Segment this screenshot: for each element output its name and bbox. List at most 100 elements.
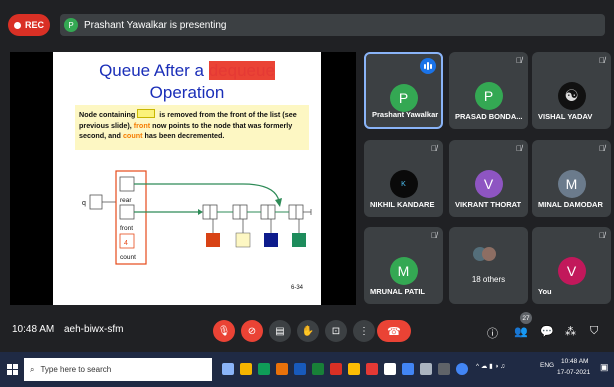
app-icon[interactable] (384, 363, 396, 375)
label-rear: rear (120, 197, 132, 204)
activities-icon[interactable]: ⁂ (565, 325, 576, 338)
taskbar-date: 17-07-2021 (557, 369, 591, 376)
group-avatars-icon (473, 247, 503, 263)
recording-badge: REC (8, 14, 50, 36)
acrobat-icon[interactable] (366, 363, 378, 375)
present-button[interactable]: ⊡ (325, 320, 347, 342)
participant-name: NIKHIL KANDARE (370, 200, 435, 209)
powerpoint-icon[interactable] (330, 363, 342, 375)
control-bar: 10:48 AM aeh-biwx-sfm 🎙 ⊘ ▤ ✋ ⊡ ⋮ ☎ ⓘ 27… (0, 308, 614, 352)
presenter-avatar: P (64, 18, 78, 32)
presentation-slide: Queue After a dequeue Operation Node con… (53, 52, 321, 305)
camera-toggle-button[interactable]: ⊘ (241, 320, 263, 342)
taskbar-time: 10:48 AM (561, 358, 589, 365)
participant-tile-you[interactable]: 🎙̸ V You (532, 227, 611, 304)
mic-off-icon: 🎙̸ (431, 231, 437, 240)
language-indicator[interactable]: ENG (540, 362, 554, 369)
meeting-info-icon[interactable]: ⓘ (487, 325, 498, 341)
avatar: M (389, 257, 418, 285)
presenting-banner: P Prashant Yawalkar is presenting (60, 14, 605, 36)
queue-object-outline (115, 170, 147, 265)
avatar: V (557, 257, 586, 285)
slide-number: 6-34 (291, 285, 304, 291)
leave-call-button[interactable]: ☎ (377, 320, 411, 342)
queue-diagram: q rear front 4 count (82, 170, 312, 265)
windows-taskbar: ⌕ Type here to search ^ ☁ ▮ ◑ ♫ ENG 10:4… (0, 352, 614, 387)
logo-avatar-icon: K (389, 170, 418, 198)
participant-tile-vikrant[interactable]: 🎙̸ V VIKRANT THORAT (449, 140, 528, 217)
notifications-icon[interactable]: ▣ (600, 362, 609, 373)
slide-title: Queue After a dequeue Operation (99, 61, 275, 102)
chrome-icon[interactable] (456, 363, 468, 375)
label-q: q (82, 200, 86, 207)
slide-body-text: Node containing is removed from the fron… (79, 109, 297, 140)
avatar: P (389, 84, 418, 112)
top-bar: REC P Prashant Yawalkar is presenting (0, 0, 614, 46)
others-tile[interactable]: 18 others (449, 227, 528, 304)
office-icon[interactable] (276, 363, 288, 375)
participant-count-badge: 27 (520, 312, 532, 324)
participant-name: You (538, 287, 552, 296)
participant-name: VIKRANT THORAT (455, 200, 522, 209)
count-value: 4 (124, 240, 128, 247)
mic-off-icon: 🎙̸ (599, 231, 605, 240)
mic-off-icon: 🎙̸ (599, 144, 605, 153)
yellow-node-swatch (137, 109, 156, 118)
participant-tile-minal[interactable]: 🎙̸ M MINAL DAMODAR (532, 140, 611, 217)
taskbar-search-box[interactable]: ⌕ Type here to search (24, 358, 212, 381)
raise-hand-button[interactable]: ✋ (297, 320, 319, 342)
avatar: V (474, 170, 503, 198)
participant-name: VISHAL YADAV (538, 112, 593, 121)
people-icon[interactable]: 👥 (514, 325, 528, 338)
participant-tile-nikhil[interactable]: 🎙̸ K NIKHIL KANDARE (364, 140, 443, 217)
meeting-time: 10:48 AM (12, 324, 55, 335)
word-icon[interactable] (294, 363, 306, 375)
mic-off-icon: 🎙̸ (516, 144, 522, 153)
excel-icon[interactable] (312, 363, 324, 375)
search-icon: ⌕ (30, 364, 35, 374)
mic-toggle-button[interactable]: 🎙 (213, 320, 235, 342)
captions-button[interactable]: ▤ (269, 320, 291, 342)
windows-start-icon[interactable] (7, 364, 18, 375)
app-icon[interactable] (438, 363, 450, 375)
participant-name: PRASAD BONDA... (455, 112, 523, 121)
file-explorer-icon[interactable] (240, 363, 252, 375)
participant-tile-prasad[interactable]: 🎙̸ P PRASAD BONDA... (449, 52, 528, 129)
app-icon[interactable] (420, 363, 432, 375)
avatar: P (474, 82, 503, 110)
meeting-code: aeh-biwx-sfm (64, 324, 124, 335)
participant-tile-mrunal[interactable]: 🎙̸ M MRUNAL PATIL (364, 227, 443, 304)
front-pointer-box (119, 204, 135, 220)
mic-off-icon: 🎙̸ (431, 144, 437, 153)
presenting-text: Prashant Yawalkar is presenting (84, 19, 227, 31)
system-tray-icons[interactable]: ^ ☁ ▮ ◑ ♫ (476, 362, 505, 370)
participant-name: Prashant Yawalkar (372, 110, 439, 119)
presentation-area: Queue After a dequeue Operation Node con… (10, 52, 356, 305)
label-count: count (120, 254, 136, 261)
participant-name: MINAL DAMODAR (538, 200, 603, 209)
phone-hangup-icon: ☎ (387, 325, 401, 338)
chrome-icon[interactable] (348, 363, 360, 375)
host-controls-icon[interactable]: ⛉ (590, 325, 598, 338)
mic-off-icon: 🎙 (217, 325, 231, 337)
search-placeholder: Type here to search (40, 365, 112, 374)
participant-tile-vishal[interactable]: 🎙̸ ☯ VISHAL YADAV (532, 52, 611, 129)
browser-icon[interactable] (402, 363, 414, 375)
queue-nodes (202, 204, 312, 248)
label-front: front (120, 225, 133, 232)
others-count: 18 others (471, 275, 506, 284)
camera-off-icon: ⊘ (247, 325, 257, 337)
chat-icon[interactable]: 💬 (540, 325, 554, 338)
rec-label: REC (25, 20, 45, 30)
record-dot-icon (14, 21, 21, 29)
participant-name: MRUNAL PATIL (370, 287, 425, 296)
more-options-button[interactable]: ⋮ (353, 320, 375, 342)
hand-icon: ✋ (301, 325, 315, 337)
present-icon: ⊡ (331, 325, 341, 337)
mic-off-icon: 🎙̸ (599, 56, 605, 65)
store-icon[interactable] (258, 363, 270, 375)
mic-off-icon: 🎙̸ (516, 56, 522, 65)
participant-tile-prashant[interactable]: P Prashant Yawalkar (364, 52, 443, 129)
captions-icon: ▤ (275, 325, 285, 337)
task-view-icon[interactable] (222, 363, 234, 375)
